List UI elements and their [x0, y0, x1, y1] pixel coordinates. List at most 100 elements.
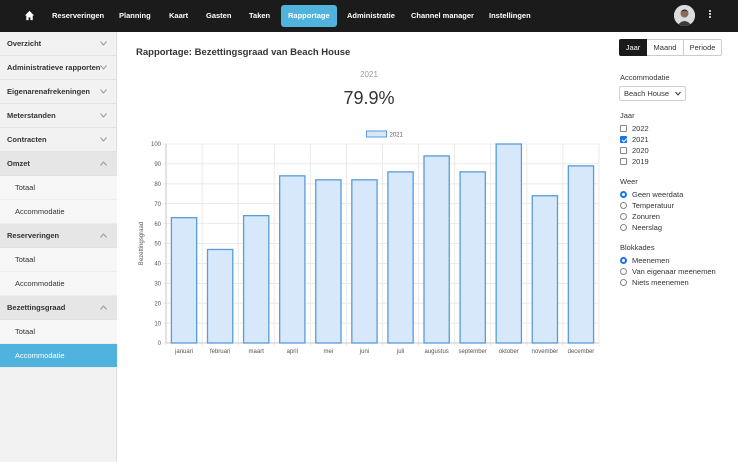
nav-gasten[interactable]: Gasten: [206, 0, 231, 32]
sidebar-item-eigenarenafrekeningen[interactable]: Eigenarenafrekeningen: [0, 80, 117, 104]
sidebar-item-reserveringen-accommodatie[interactable]: Accommodatie: [0, 272, 117, 296]
sidebar-item-administratieve-rapporten[interactable]: Administratieve rapporten: [0, 56, 117, 80]
y-tick-label: 0: [158, 341, 162, 347]
home-icon[interactable]: [24, 10, 35, 21]
weer-option-label: Geen weerdata: [632, 190, 684, 199]
sidebar: Overzicht Administratieve rapporten Eige…: [0, 32, 117, 462]
sidebar-item-overzicht[interactable]: Overzicht: [0, 32, 117, 56]
chevron-up-icon: [100, 233, 107, 238]
occupancy-bar-chart: 0 10 20 30 40 50 60 70 80 90 100 januari februari maa…: [139, 130, 600, 355]
bar-augustus: [423, 155, 450, 344]
y-tick-label: 30: [154, 282, 161, 288]
y-tick-label: 20: [154, 301, 161, 307]
y-tick-label: 70: [154, 202, 161, 208]
bar-januari: [170, 216, 198, 344]
user-avatar-image: [674, 5, 695, 26]
checkbox[interactable]: [620, 125, 627, 132]
chevron-down-icon: [100, 113, 107, 118]
x-tick-label: augustus: [424, 349, 448, 355]
chevron-up-icon: [100, 305, 107, 310]
sidebar-item-bezettingsgraad[interactable]: Bezettingsgraad: [0, 296, 117, 320]
page-title: Rapportage: Bezettingsgraad van Beach Ho…: [136, 47, 351, 58]
x-tick-label: juni: [359, 349, 369, 355]
x-tick-label: februari: [210, 349, 230, 355]
top-navigation: Reserveringen Planning Kaart Gasten Take…: [0, 0, 738, 32]
blokkades-option-label: Niets meenemen: [632, 278, 689, 287]
user-avatar[interactable]: [674, 5, 695, 26]
weer-option-label: Zonuren: [632, 212, 660, 221]
weer-option-label: Temperatuur: [632, 201, 675, 210]
x-tick-label: mei: [324, 349, 334, 355]
x-tick-label: januari: [174, 349, 193, 355]
sidebar-item-label: Administratieve rapporten: [7, 63, 101, 72]
x-tick-label: april: [287, 349, 298, 355]
accommodatie-select[interactable]: Beach House: [619, 86, 686, 101]
x-tick-label: oktober: [499, 349, 519, 355]
chevron-down-icon: [100, 65, 107, 70]
sidebar-item-omzet-accommodatie[interactable]: Accommodatie: [0, 200, 117, 224]
x-tick-label: maart: [249, 349, 265, 355]
y-tick-label: 80: [154, 182, 161, 188]
blokkades-option-label: Van eigenaar meenemen: [632, 267, 716, 276]
sidebar-item-bezettingsgraad-totaal[interactable]: Totaal: [0, 320, 117, 344]
blokkades-option-label: Meenemen: [632, 256, 670, 265]
radio[interactable]: [620, 224, 627, 231]
sidebar-item-contracten[interactable]: Contracten: [0, 128, 117, 152]
sidebar-item-meterstanden[interactable]: Meterstanden: [0, 104, 117, 128]
tab-maand[interactable]: Maand: [647, 39, 684, 56]
checkbox-checked[interactable]: [620, 136, 627, 143]
tab-jaar[interactable]: Jaar: [619, 39, 647, 56]
bar-juni: [351, 179, 378, 344]
sidebar-item-label: Contracten: [7, 135, 47, 144]
legend-label: 2021: [390, 133, 404, 139]
y-tick-label: 60: [154, 222, 161, 228]
legend-swatch: [366, 130, 387, 138]
radio[interactable]: [620, 213, 627, 220]
tab-periode[interactable]: Periode: [684, 39, 722, 56]
radio[interactable]: [620, 202, 627, 209]
occupancy-value: 79.9%: [343, 88, 395, 108]
nav-taken[interactable]: Taken: [249, 0, 270, 32]
chevron-down-icon: [100, 89, 107, 94]
accommodatie-select-value: Beach House: [624, 89, 670, 98]
jaar-option-label: 2020: [632, 146, 649, 155]
jaar-label: Jaar: [620, 111, 635, 120]
x-tick-label: september: [459, 349, 487, 355]
sidebar-item-reserveringen-totaal[interactable]: Totaal: [0, 248, 117, 272]
radio-selected[interactable]: [620, 191, 627, 198]
chevron-up-icon: [100, 161, 107, 166]
nav-administratie[interactable]: Administratie: [347, 0, 395, 32]
jaar-option-label: 2019: [632, 157, 649, 166]
bar-november: [531, 195, 559, 344]
radio[interactable]: [620, 268, 627, 275]
nav-kaart[interactable]: Kaart: [169, 0, 188, 32]
x-tick-label: juli: [396, 349, 404, 355]
sidebar-item-label: Omzet: [7, 159, 30, 168]
more-menu-icon[interactable]: [707, 9, 713, 23]
bar-april: [279, 175, 306, 344]
radio-selected[interactable]: [620, 257, 627, 264]
checkbox[interactable]: [620, 158, 627, 165]
nav-instellingen[interactable]: Instellingen: [489, 0, 531, 32]
nav-channel-manager[interactable]: Channel manager: [411, 0, 474, 32]
bar-februari: [206, 248, 234, 344]
sidebar-item-label: Reserveringen: [7, 231, 60, 240]
radio[interactable]: [620, 279, 627, 286]
y-tick-label: 50: [154, 242, 161, 248]
bar-oktober: [495, 143, 523, 344]
y-tick-label: 100: [151, 142, 162, 148]
nav-planning[interactable]: Planning: [119, 0, 151, 32]
sidebar-item-bezettingsgraad-accommodatie[interactable]: Accommodatie: [0, 344, 117, 368]
chevron-down-icon: [675, 91, 681, 96]
sidebar-item-omzet[interactable]: Omzet: [0, 152, 117, 176]
checkbox[interactable]: [620, 147, 627, 154]
nav-rapportage[interactable]: Rapportage: [281, 5, 337, 27]
sidebar-item-label: Eigenarenafrekeningen: [7, 87, 90, 96]
sidebar-item-omzet-totaal[interactable]: Totaal: [0, 176, 117, 200]
bar-juli: [387, 171, 414, 344]
x-tick-label: november: [532, 349, 559, 355]
sidebar-item-reserveringen[interactable]: Reserveringen: [0, 224, 117, 248]
chevron-down-icon: [100, 137, 107, 142]
year-label: 2021: [360, 70, 378, 79]
nav-reserveringen[interactable]: Reserveringen: [52, 0, 104, 32]
